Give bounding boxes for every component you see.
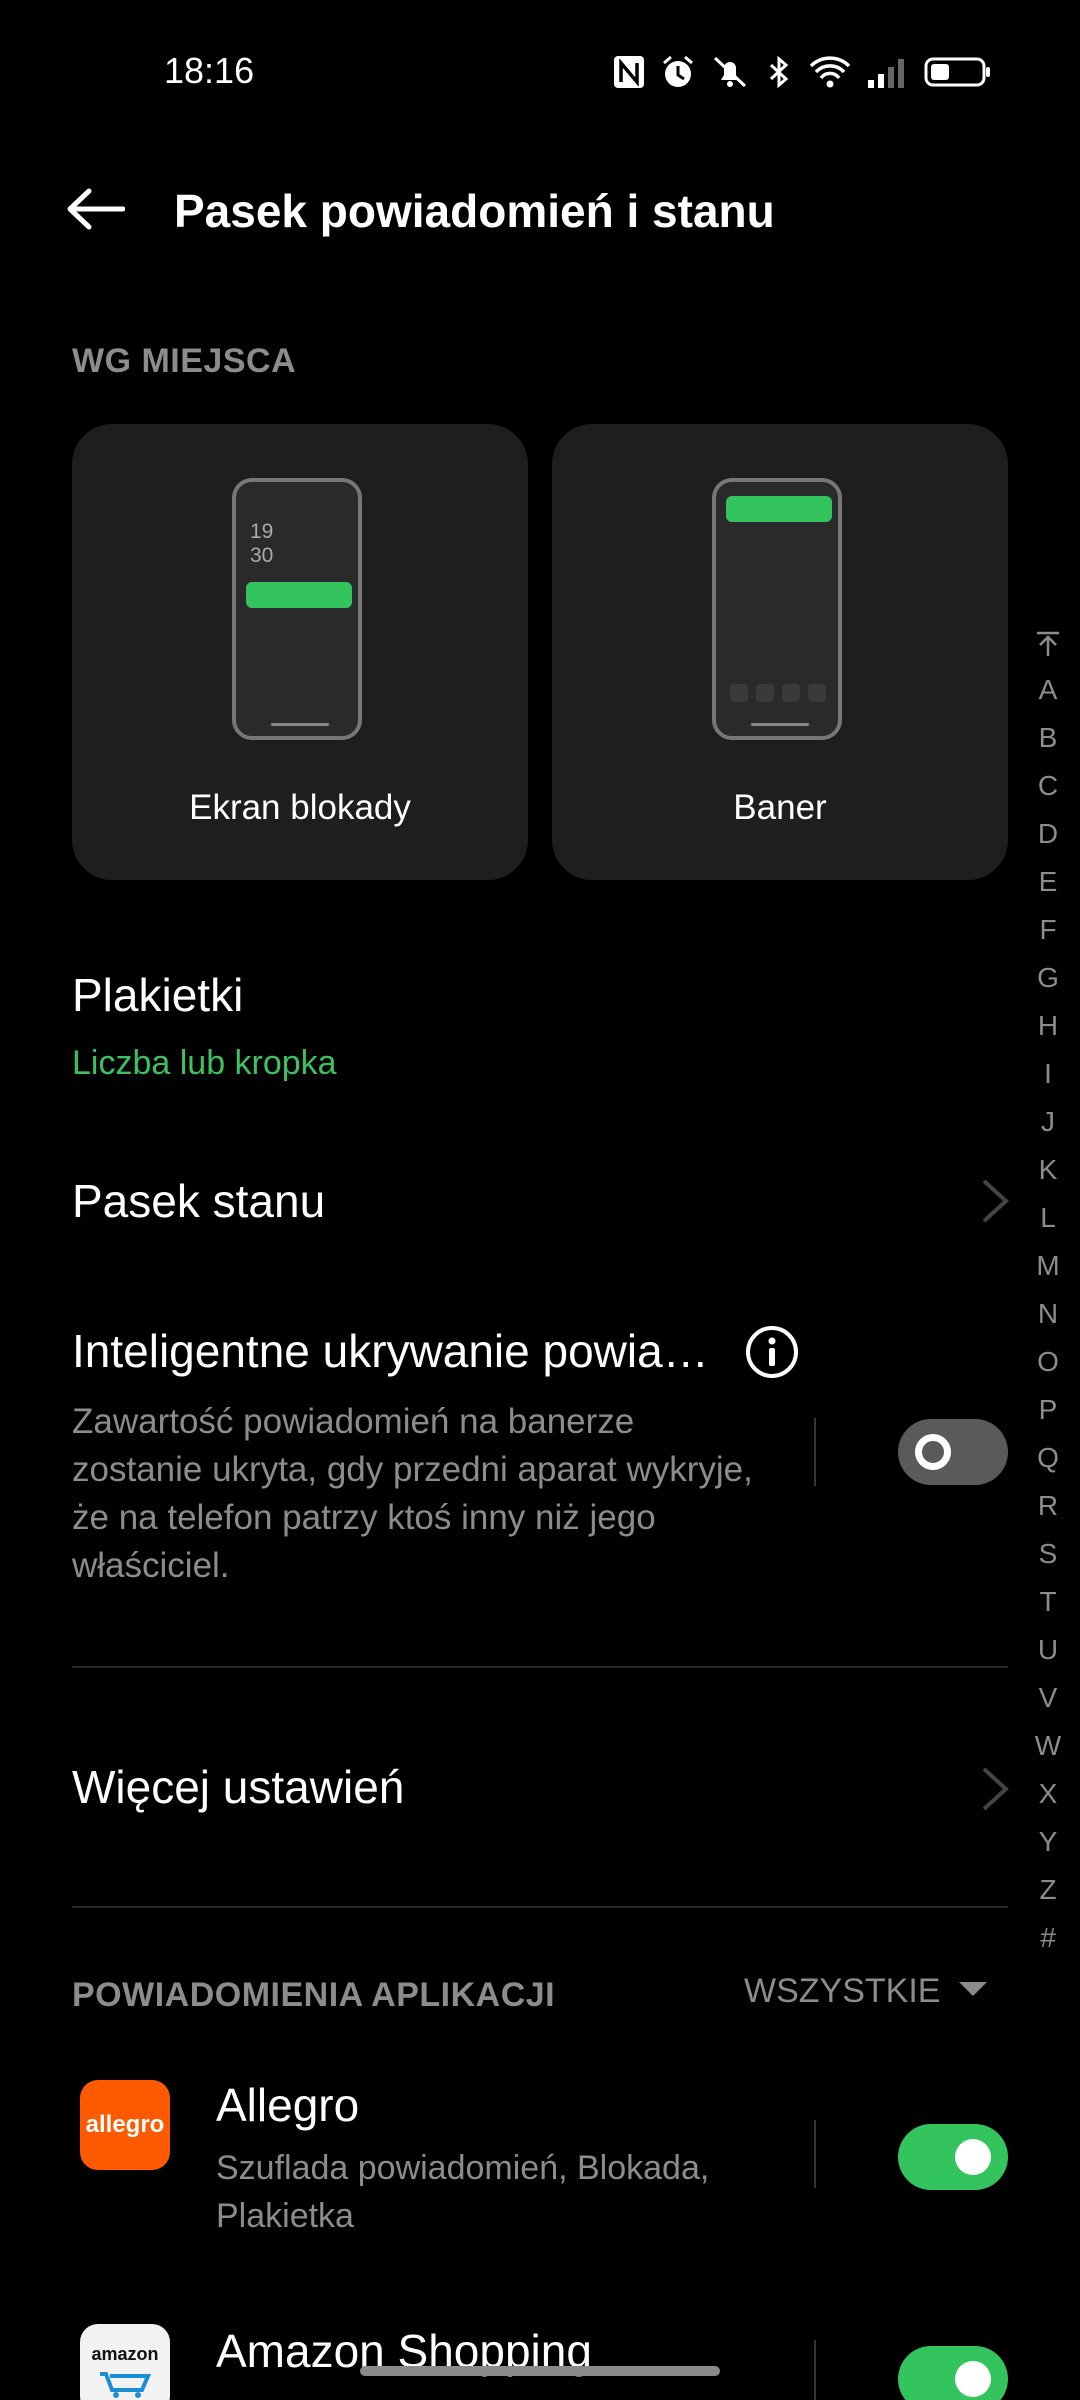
scroll-top-icon[interactable] [1035,622,1061,666]
alphabet-letter[interactable]: # [1035,1914,1061,1962]
filter-label: WSZYSTKIE [744,1972,941,2010]
bluetooth-icon [764,54,794,90]
wifi-icon [808,54,852,90]
alphabet-letter[interactable]: U [1035,1626,1061,1674]
lock-screen-card[interactable]: 19 30 Ekran blokady [72,424,528,880]
filter-dropdown[interactable]: WSZYSTKIE [744,1972,988,2011]
alphabet-letter[interactable]: L [1035,1194,1061,1242]
smart-hide-title: Inteligentne ukrywanie powia… [72,1325,709,1377]
lock-screen-preview: 19 30 [232,478,362,740]
amazon-toggle[interactable] [898,2346,1008,2400]
vertical-separator [814,1418,816,1486]
preview-clock: 19 30 [250,520,274,567]
signal-icon [866,54,910,90]
home-indicator[interactable] [360,2366,720,2376]
battery-icon [924,54,992,90]
preview-notification-bar [246,582,352,608]
alphabet-letter[interactable]: M [1035,1242,1061,1290]
alphabet-letter[interactable]: X [1035,1770,1061,1818]
more-settings-row[interactable]: Więcej ustawień [72,1756,1012,1822]
status-bar-title: Pasek stanu [72,1175,326,1227]
app-item-allegro[interactable]: allegro Allegro Szuflada powiadomień, Bl… [72,2070,1012,2250]
vertical-separator [814,2340,816,2400]
alphabet-letter[interactable]: W [1035,1722,1061,1770]
page-title: Pasek powiadomień i stanu [174,185,775,237]
badges-value: Liczba lub kropka [72,1044,337,1082]
preview-banner-bar [726,496,832,522]
alphabet-letter[interactable]: Q [1035,1434,1061,1482]
alphabet-letter[interactable]: K [1035,1146,1061,1194]
app-item-amazon[interactable]: amazon Amazon Shopping [72,2310,1012,2400]
smart-hide-toggle[interactable] [898,1419,1008,1485]
nfc-icon [612,54,646,90]
alphabet-letter[interactable]: E [1035,858,1061,906]
alphabet-letter[interactable]: B [1035,714,1061,762]
alphabet-letter[interactable]: A [1035,666,1061,714]
badges-title: Plakietki [72,969,244,1021]
status-time: 18:16 [164,50,255,91]
banner-card[interactable]: Baner [552,424,1008,880]
back-arrow-icon [65,187,126,236]
banner-preview [712,478,842,740]
preview-home-bar [271,723,329,726]
status-bar-row[interactable]: Pasek stanu [72,1170,1012,1236]
alphabet-letter[interactable]: H [1035,1002,1061,1050]
alphabet-index[interactable]: A B C D E F G H I J K L M N O P Q R S T U V W X Y Z # [1030,622,1066,1962]
back-button[interactable] [60,180,130,242]
alphabet-letter[interactable]: Z [1035,1866,1061,1914]
alphabet-letter[interactable]: O [1035,1338,1061,1386]
app-subtitle: Szuflada powiadomień, Blokada, Plakietka [216,2149,710,2235]
chevron-right-icon [980,1178,1010,1229]
banner-label: Baner [733,788,827,827]
smart-hide-description: Zawartość powiadomień na banerze zostani… [72,1402,753,1585]
status-icons [612,52,992,92]
preview-dock [730,684,826,702]
allegro-icon: allegro [80,2080,170,2170]
alarm-icon [660,54,696,90]
alphabet-letter[interactable]: V [1035,1674,1061,1722]
alphabet-letter[interactable]: T [1035,1578,1061,1626]
alphabet-letter[interactable]: R [1035,1482,1061,1530]
alphabet-letter[interactable]: G [1035,954,1061,1002]
app-name: Allegro [216,2079,360,2131]
preview-home-bar [751,723,809,726]
alphabet-letter[interactable]: I [1035,1050,1061,1098]
alphabet-letter[interactable]: Y [1035,1818,1061,1866]
badges-row[interactable]: Plakietki Liczba lub kropka [72,968,992,1094]
more-settings-title: Więcej ustawień [72,1761,405,1813]
vertical-separator [814,2120,816,2188]
alphabet-letter[interactable]: F [1035,906,1061,954]
mute-icon [710,54,750,90]
amazon-icon: amazon [80,2324,170,2400]
alphabet-letter[interactable]: P [1035,1386,1061,1434]
section-header-app-notifications: POWIADOMIENIA APLIKACJI [72,1976,556,2014]
alphabet-letter[interactable]: C [1035,762,1061,810]
lock-screen-label: Ekran blokady [189,788,411,827]
alphabet-letter[interactable]: J [1035,1098,1061,1146]
alphabet-letter[interactable]: S [1035,1530,1061,1578]
section-header-location: WG MIEJSCA [72,342,297,380]
allegro-toggle[interactable] [898,2124,1008,2190]
alphabet-letter[interactable]: D [1035,810,1061,858]
chevron-right-icon [980,1766,1010,1817]
info-icon[interactable] [744,1324,800,1385]
divider [72,1666,1008,1668]
divider [72,1906,1008,1908]
dropdown-arrow-icon [958,1980,988,2003]
alphabet-letter[interactable]: N [1035,1290,1061,1338]
